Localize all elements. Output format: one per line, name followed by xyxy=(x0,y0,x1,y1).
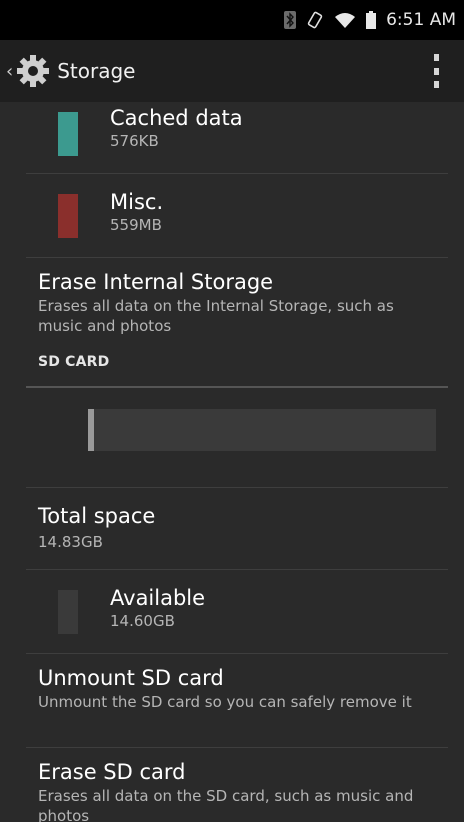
pref-summary: Erases all data on the SD card, such as … xyxy=(38,787,414,822)
list-item-available[interactable]: Available 14.60GB xyxy=(0,570,464,654)
usage-bar-track xyxy=(88,409,436,451)
action-bar: ‹ Storage xyxy=(0,40,464,102)
erase-sd-card[interactable]: Erase SD card Erases all data on the SD … xyxy=(0,748,464,822)
color-swatch xyxy=(58,194,78,238)
battery-icon xyxy=(366,11,377,29)
item-size: 14.60GB xyxy=(110,612,175,630)
erase-internal-storage[interactable]: Erase Internal Storage Erases all data o… xyxy=(0,258,464,358)
total-space: Total space 14.83GB xyxy=(0,488,464,570)
item-label: Misc. xyxy=(110,190,164,214)
usage-bar-fill xyxy=(88,409,94,451)
pref-value: 14.83GB xyxy=(38,533,103,551)
storage-list: Cached data 576KB Misc. 559MB Erase Inte… xyxy=(0,102,464,822)
list-item-cached-data[interactable]: Cached data 576KB xyxy=(0,102,464,174)
item-label: Available xyxy=(110,586,206,610)
color-swatch xyxy=(58,590,78,634)
color-swatch xyxy=(58,112,78,156)
pref-summary: Unmount the SD card so you can safely re… xyxy=(38,693,412,711)
category-header: SD CARD xyxy=(38,354,110,370)
pref-title: Erase Internal Storage xyxy=(38,270,274,294)
vibrate-icon xyxy=(306,11,324,29)
status-time: 6:51 AM xyxy=(386,10,456,30)
sd-card-usage-bar xyxy=(0,400,464,488)
item-size: 559MB xyxy=(110,216,162,234)
pref-title: Unmount SD card xyxy=(38,666,224,690)
item-label: Cached data xyxy=(110,106,243,130)
sd-card-category: SD CARD xyxy=(0,354,464,400)
pref-title: Erase SD card xyxy=(38,760,186,784)
bluetooth-icon xyxy=(284,11,297,29)
page-title: Storage xyxy=(57,59,136,83)
item-size: 576KB xyxy=(110,132,159,150)
pref-summary: Erases all data on the Internal Storage,… xyxy=(38,297,394,335)
status-bar: 6:51 AM xyxy=(0,0,464,40)
screen: 6:51 AM ‹ Storage Cached data 576KB Misc… xyxy=(0,0,464,822)
gear-icon[interactable] xyxy=(15,53,51,89)
pref-title: Total space xyxy=(38,504,156,528)
unmount-sd-card[interactable]: Unmount SD card Unmount the SD card so y… xyxy=(0,654,464,748)
up-caret-icon[interactable]: ‹ xyxy=(6,61,13,82)
list-item-misc[interactable]: Misc. 559MB xyxy=(0,174,464,258)
wifi-icon xyxy=(334,11,356,29)
overflow-menu-icon[interactable] xyxy=(428,54,444,88)
